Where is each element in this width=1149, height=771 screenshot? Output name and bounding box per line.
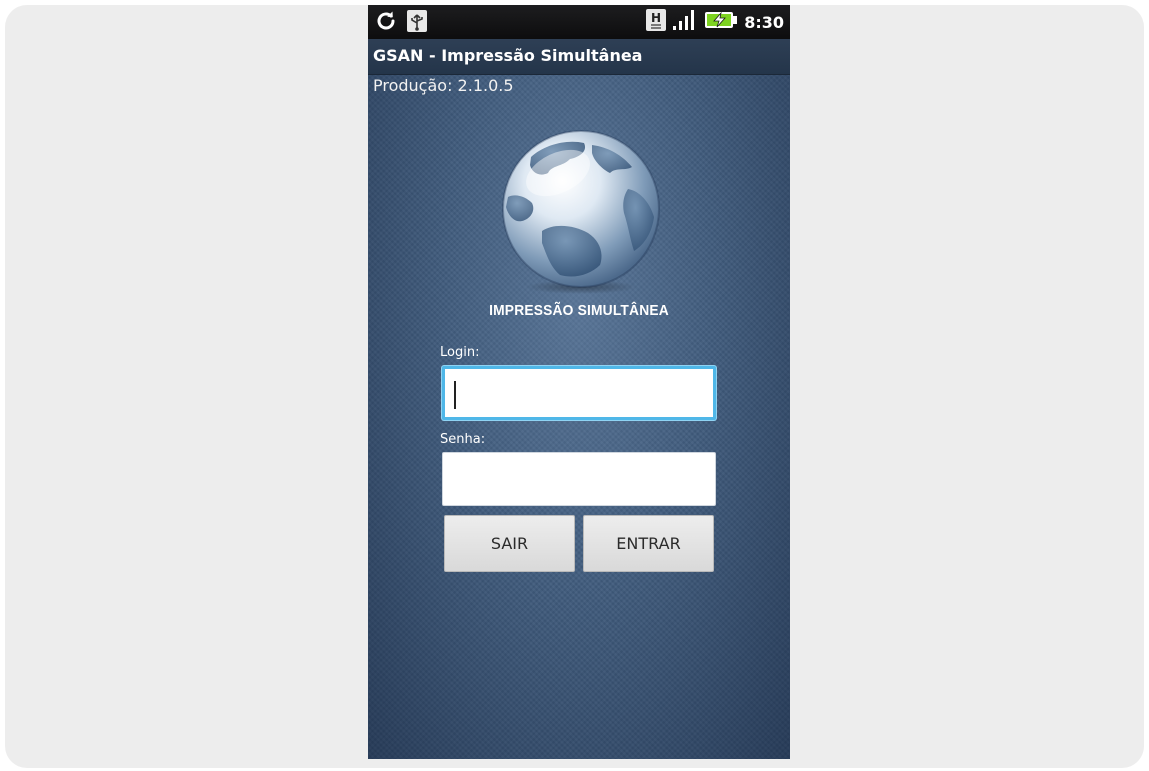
app-title: GSAN - Impressão Simultânea <box>373 46 643 65</box>
password-field[interactable] <box>442 452 716 506</box>
status-time: 8:30 <box>744 12 784 32</box>
exit-button[interactable]: SAIR <box>444 515 575 572</box>
login-label: Login: <box>440 345 480 360</box>
status-bar: H 8:30 <box>368 5 790 39</box>
password-label: Senha: <box>440 432 486 447</box>
hsdpa-icon: H <box>646 9 667 35</box>
usb-icon <box>406 9 428 37</box>
sync-icon <box>374 9 398 37</box>
login-input[interactable] <box>445 369 713 417</box>
login-field[interactable] <box>442 366 716 420</box>
enter-button[interactable]: ENTRAR <box>583 515 714 572</box>
password-input[interactable] <box>443 453 715 505</box>
version-label: Produção: 2.1.0.5 <box>373 76 514 95</box>
signal-icon <box>672 9 698 35</box>
globe-icon <box>502 130 660 294</box>
phone-screen: H 8:30 GSAN - Impressão Simultânea Produ… <box>368 5 790 759</box>
globe-logo <box>496 127 666 297</box>
logo-caption: IMPRESSÃO SIMULTÂNEA <box>489 302 669 319</box>
battery-charging-icon <box>704 10 738 34</box>
app-title-bar: GSAN - Impressão Simultânea <box>368 39 790 75</box>
svg-text:H: H <box>651 11 661 25</box>
